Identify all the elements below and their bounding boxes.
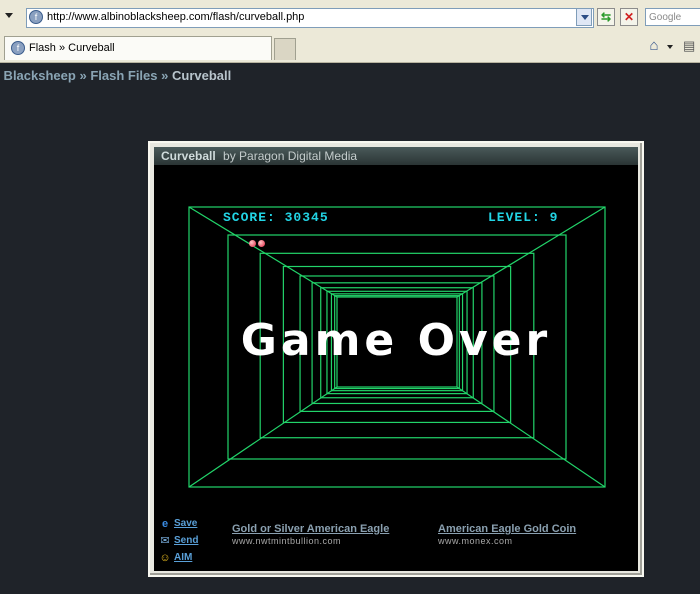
ad-url: www.nwtmintbullion.com — [232, 536, 342, 546]
game-playfield[interactable]: SCORE: 30345 LEVEL: 9 Game Over — [154, 165, 638, 505]
game-name: Curveball — [161, 149, 216, 163]
life-ball-icon — [258, 240, 265, 247]
ad-gold-silver[interactable]: Gold or Silver American Eagle www.nwtmin… — [232, 523, 389, 546]
aim-icon: ☺ — [159, 551, 171, 564]
breadcrumb-separator: » — [79, 68, 87, 83]
address-toolbar: f http://www.albinoblacksheep.com/flash/… — [0, 0, 700, 35]
breadcrumb-current: Curveball — [172, 68, 232, 83]
back-dropdown-icon[interactable] — [5, 13, 13, 18]
address-dropdown-icon[interactable] — [576, 8, 592, 26]
ad-url: www.monex.com — [438, 536, 513, 546]
address-bar[interactable]: f http://www.albinoblacksheep.com/flash/… — [26, 8, 594, 28]
aim-link[interactable]: ☺ AIM — [158, 549, 192, 565]
send-link[interactable]: ✉ Send — [158, 532, 198, 548]
game-title: Curveball by Paragon Digital Media — [161, 149, 357, 163]
new-tab-button[interactable] — [274, 38, 296, 60]
search-input[interactable]: Google — [645, 8, 700, 26]
go-icon[interactable]: ⇆ — [597, 8, 615, 26]
ie-icon: e — [161, 517, 169, 530]
score-display: SCORE: 30345 — [223, 210, 329, 225]
tab-bar: f Flash » Curveball ⌂ ▤ — [0, 34, 700, 63]
home-icon[interactable]: ⌂ — [646, 38, 662, 54]
game-footer: e Save ✉ Send ☺ AIM Gold or Silver American… — [154, 513, 638, 571]
tab-curveball[interactable]: f Flash » Curveball — [4, 36, 272, 60]
home-dropdown-icon[interactable] — [667, 45, 673, 49]
ad-title[interactable]: American Eagle Gold Coin — [438, 523, 576, 535]
aim-label: AIM — [174, 552, 193, 564]
level-display: LEVEL: 9 — [488, 210, 559, 225]
breadcrumb: o Blacksheep » Flash Files » Curveball — [0, 68, 231, 83]
breadcrumb-section[interactable]: Flash Files — [90, 68, 157, 83]
page-icon: f — [11, 41, 25, 55]
game-author: by Paragon Digital Media — [223, 149, 358, 163]
save-label: Save — [174, 518, 198, 530]
game-frame: Curveball by Paragon Digital Media SCORE… — [148, 141, 644, 577]
send-label: Send — [174, 535, 199, 547]
save-link[interactable]: e Save — [158, 515, 197, 531]
game-header: Curveball by Paragon Digital Media — [154, 147, 638, 165]
flash-game[interactable]: Curveball by Paragon Digital Media SCORE… — [154, 147, 638, 571]
ad-title[interactable]: Gold or Silver American Eagle — [232, 523, 389, 535]
send-icon: ✉ — [160, 534, 170, 547]
tab-label: Flash » Curveball — [29, 42, 115, 54]
ad-eagle-coin[interactable]: American Eagle Gold Coin www.monex.com — [438, 523, 576, 546]
address-url[interactable]: http://www.albinoblacksheep.com/flash/cu… — [47, 11, 304, 23]
stop-icon[interactable]: ✕ — [620, 8, 638, 26]
search-placeholder: Google — [649, 12, 682, 23]
breadcrumb-separator: » — [161, 68, 169, 83]
page-icon: f — [29, 10, 43, 24]
life-ball-icon — [249, 240, 256, 247]
game-over-message: Game Over — [240, 315, 552, 366]
print-icon[interactable]: ▤ — [683, 38, 699, 54]
lives-indicator — [249, 234, 267, 252]
breadcrumb-site[interactable]: o Blacksheep — [0, 68, 76, 83]
